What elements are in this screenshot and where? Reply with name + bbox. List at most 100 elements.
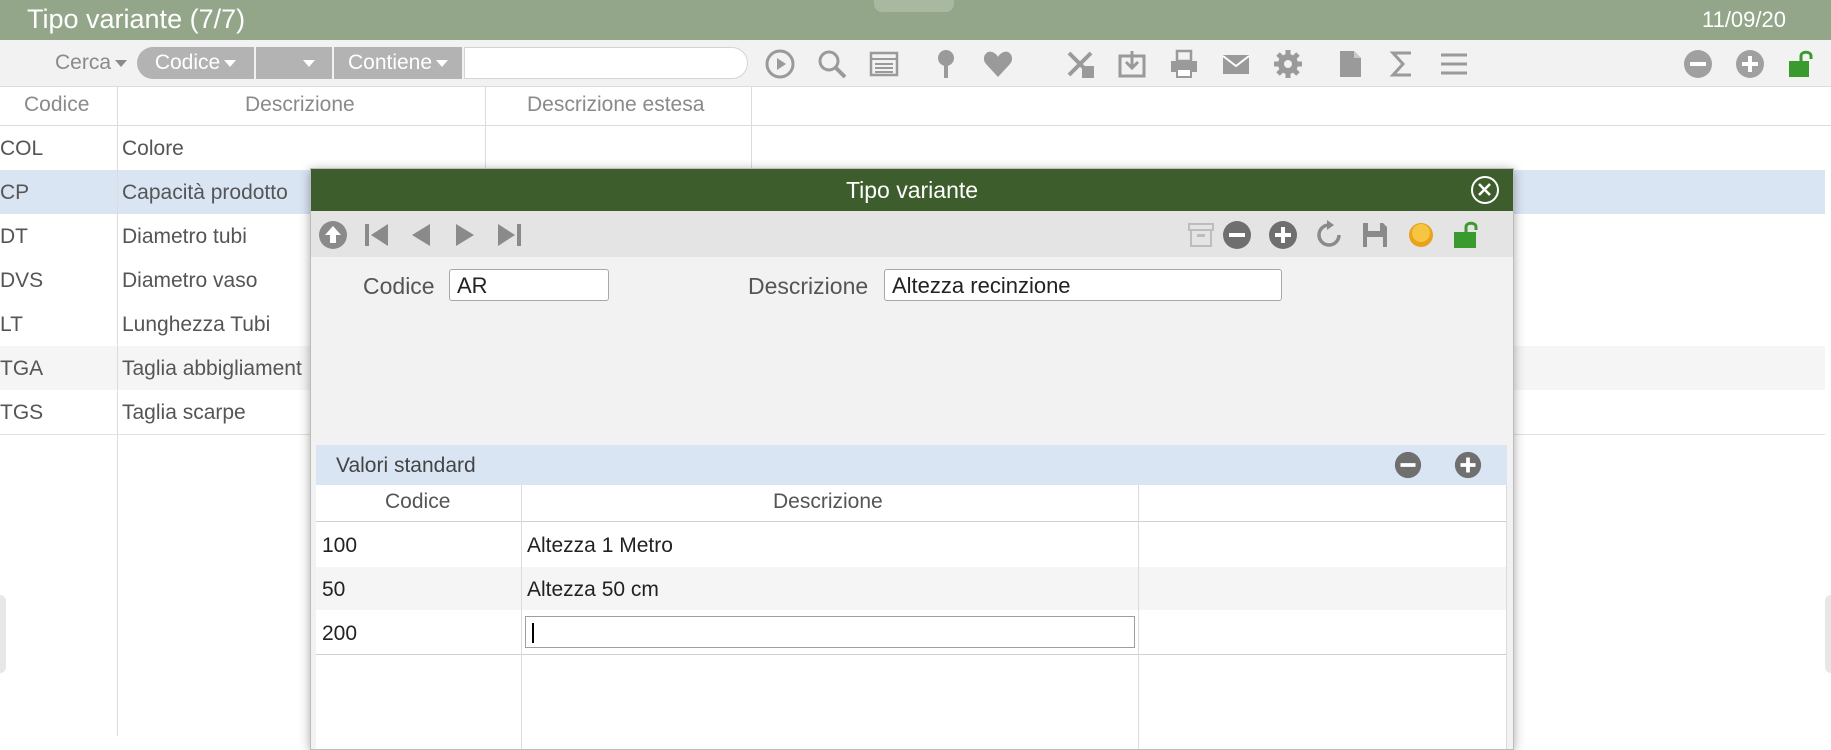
save-icon[interactable] — [1359, 219, 1391, 251]
column-divider — [1138, 485, 1139, 749]
search-icon[interactable] — [816, 48, 848, 80]
field-selector[interactable]: Codice — [137, 47, 254, 79]
table-row-editing[interactable]: 200 — [316, 611, 1507, 655]
row-code: DVS — [0, 269, 44, 292]
codice-field[interactable]: AR — [449, 269, 609, 301]
plus-circle-icon[interactable] — [1267, 219, 1299, 251]
excel-icon[interactable] — [1064, 48, 1096, 80]
codice-label: Codice — [363, 273, 435, 299]
column-divider — [1506, 485, 1507, 749]
first-record-icon[interactable] — [361, 219, 393, 251]
descrizione-label: Descrizione — [748, 273, 869, 299]
operator-selector-label: Contiene — [347, 51, 433, 74]
next-icon[interactable] — [449, 219, 481, 251]
row-code: LT — [0, 313, 23, 336]
minus-circle-icon — [1394, 451, 1422, 479]
chevron-down-icon — [115, 59, 128, 67]
remove-value-button[interactable] — [1393, 450, 1423, 480]
sub-col-descrizione[interactable]: Descrizione — [773, 490, 883, 514]
operator-selector[interactable]: Contiene — [334, 47, 462, 79]
row-code: 200 — [322, 622, 358, 645]
row-description: Diametro vaso — [122, 269, 258, 292]
cerca-label: Cerca — [55, 51, 112, 74]
row-code: CP — [0, 181, 30, 204]
row-description: Altezza 50 cm — [527, 578, 659, 601]
column-divider — [521, 485, 522, 749]
valori-standard-header: Valori standard — [316, 445, 1507, 485]
empty-selector[interactable] — [256, 47, 332, 79]
row-code: COL — [0, 137, 44, 160]
dialog-header[interactable]: Tipo variante — [311, 169, 1513, 211]
row-code: DT — [0, 225, 28, 248]
chevron-down-icon — [224, 59, 237, 67]
col-descrizione[interactable]: Descrizione — [245, 93, 355, 117]
cerca-dropdown[interactable]: Cerca — [55, 51, 128, 75]
field-selector-label: Codice — [154, 51, 221, 74]
sub-col-codice[interactable]: Codice — [385, 490, 450, 514]
print-icon[interactable] — [1168, 48, 1200, 80]
descrizione-field[interactable]: Altezza recinzione — [884, 269, 1282, 301]
text-cursor — [532, 623, 534, 643]
valori-standard-title: Valori standard — [336, 454, 476, 477]
archive-icon[interactable] — [1185, 219, 1217, 251]
main-toolbar: Cerca Codice Contiene — [0, 40, 1831, 87]
upload-circle-icon[interactable] — [317, 219, 349, 251]
window-title: Tipo variante (7/7) — [27, 4, 246, 34]
pin-icon[interactable] — [930, 48, 962, 80]
row-description: Capacità prodotto — [122, 181, 288, 204]
coin-icon[interactable] — [1405, 219, 1437, 251]
right-panel-handle[interactable] — [1825, 595, 1831, 673]
column-divider — [117, 87, 118, 736]
document-icon[interactable] — [1334, 48, 1366, 80]
row-description: Taglia abbigliament — [122, 357, 302, 380]
row-description: Lunghezza Tubi — [122, 313, 271, 336]
list-icon[interactable] — [868, 48, 900, 80]
row-description: Diametro tubi — [122, 225, 247, 248]
search-input[interactable] — [464, 47, 748, 79]
add-value-button[interactable] — [1453, 450, 1483, 480]
date-label: 11/09/20 — [1701, 7, 1786, 32]
plus-circle-icon — [1454, 451, 1482, 479]
row-code: 50 — [322, 578, 346, 601]
close-button[interactable] — [1471, 176, 1499, 204]
plus-circle-icon[interactable] — [1734, 48, 1766, 80]
close-icon — [1478, 183, 1491, 196]
description-edit-input[interactable] — [525, 616, 1135, 648]
table-row[interactable]: COL Colore — [0, 126, 1825, 170]
last-record-icon[interactable] — [493, 219, 525, 251]
title-bar: Tipo variante (7/7) 11/09/20 — [0, 0, 1831, 40]
minus-circle-icon[interactable] — [1682, 48, 1714, 80]
dialog-toolbar — [311, 211, 1513, 257]
download-icon[interactable] — [1116, 48, 1148, 80]
gear-icon[interactable] — [1272, 48, 1304, 80]
drag-handle[interactable] — [874, 0, 954, 12]
table-row[interactable]: 100 Altezza 1 Metro — [316, 523, 1507, 566]
row-description: Altezza 1 Metro — [527, 534, 673, 557]
valori-standard-grid: Codice Descrizione 100 Altezza 1 Metro 5… — [316, 485, 1507, 749]
row-code: TGA — [0, 357, 44, 380]
row-code: 100 — [322, 534, 358, 557]
chevron-down-icon — [436, 59, 449, 67]
unlock-icon[interactable] — [1786, 48, 1818, 80]
row-description: Colore — [122, 137, 184, 160]
sigma-icon[interactable] — [1386, 48, 1418, 80]
unlock-icon[interactable] — [1451, 219, 1483, 251]
row-description: Taglia scarpe — [122, 401, 246, 424]
tipo-variante-dialog: Tipo variante Codice AR Descrizione Alte… — [310, 168, 1514, 750]
minus-circle-icon[interactable] — [1221, 219, 1253, 251]
refresh-icon[interactable] — [1313, 219, 1345, 251]
mail-icon[interactable] — [1220, 48, 1252, 80]
dialog-title: Tipo variante — [845, 177, 979, 203]
previous-icon[interactable] — [405, 219, 437, 251]
left-panel-handle[interactable] — [0, 595, 6, 673]
chevron-down-icon — [303, 59, 315, 67]
menu-icon[interactable] — [1438, 48, 1470, 80]
play-circle-icon[interactable] — [764, 48, 796, 80]
subgrid-header: Codice Descrizione — [316, 485, 1507, 522]
heart-icon[interactable] — [982, 48, 1014, 80]
list-header: Codice Descrizione Descrizione estesa — [0, 87, 1831, 126]
col-codice[interactable]: Codice — [24, 93, 89, 117]
table-row[interactable]: 50 Altezza 50 cm — [316, 567, 1507, 610]
row-code: TGS — [0, 401, 44, 424]
col-descrizione-estesa[interactable]: Descrizione estesa — [527, 93, 704, 117]
